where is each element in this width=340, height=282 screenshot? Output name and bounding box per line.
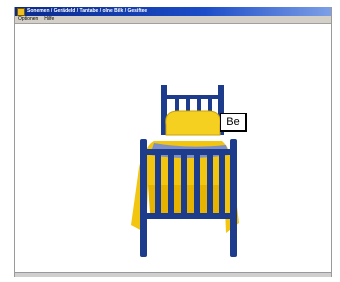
- app-icon: [17, 7, 25, 16]
- pillow: [165, 110, 221, 136]
- status-bar: [15, 272, 331, 277]
- object-label: Be: [220, 113, 247, 132]
- title-bar[interactable]: Sonemen / Gerädeld / Tantabe / olne Bilk…: [15, 7, 331, 16]
- drawing-canvas[interactable]: Be: [15, 24, 331, 272]
- bed-icon[interactable]: [126, 85, 246, 260]
- window-title: Sonemen / Gerädeld / Tantabe / olne Bilk…: [27, 8, 148, 14]
- app-window: Sonemen / Gerädeld / Tantabe / olne Bilk…: [14, 7, 332, 277]
- menu-options[interactable]: Optionen: [15, 16, 41, 23]
- menu-bar: Optionen Hilfe: [15, 16, 331, 24]
- menu-help[interactable]: Hilfe: [41, 16, 57, 23]
